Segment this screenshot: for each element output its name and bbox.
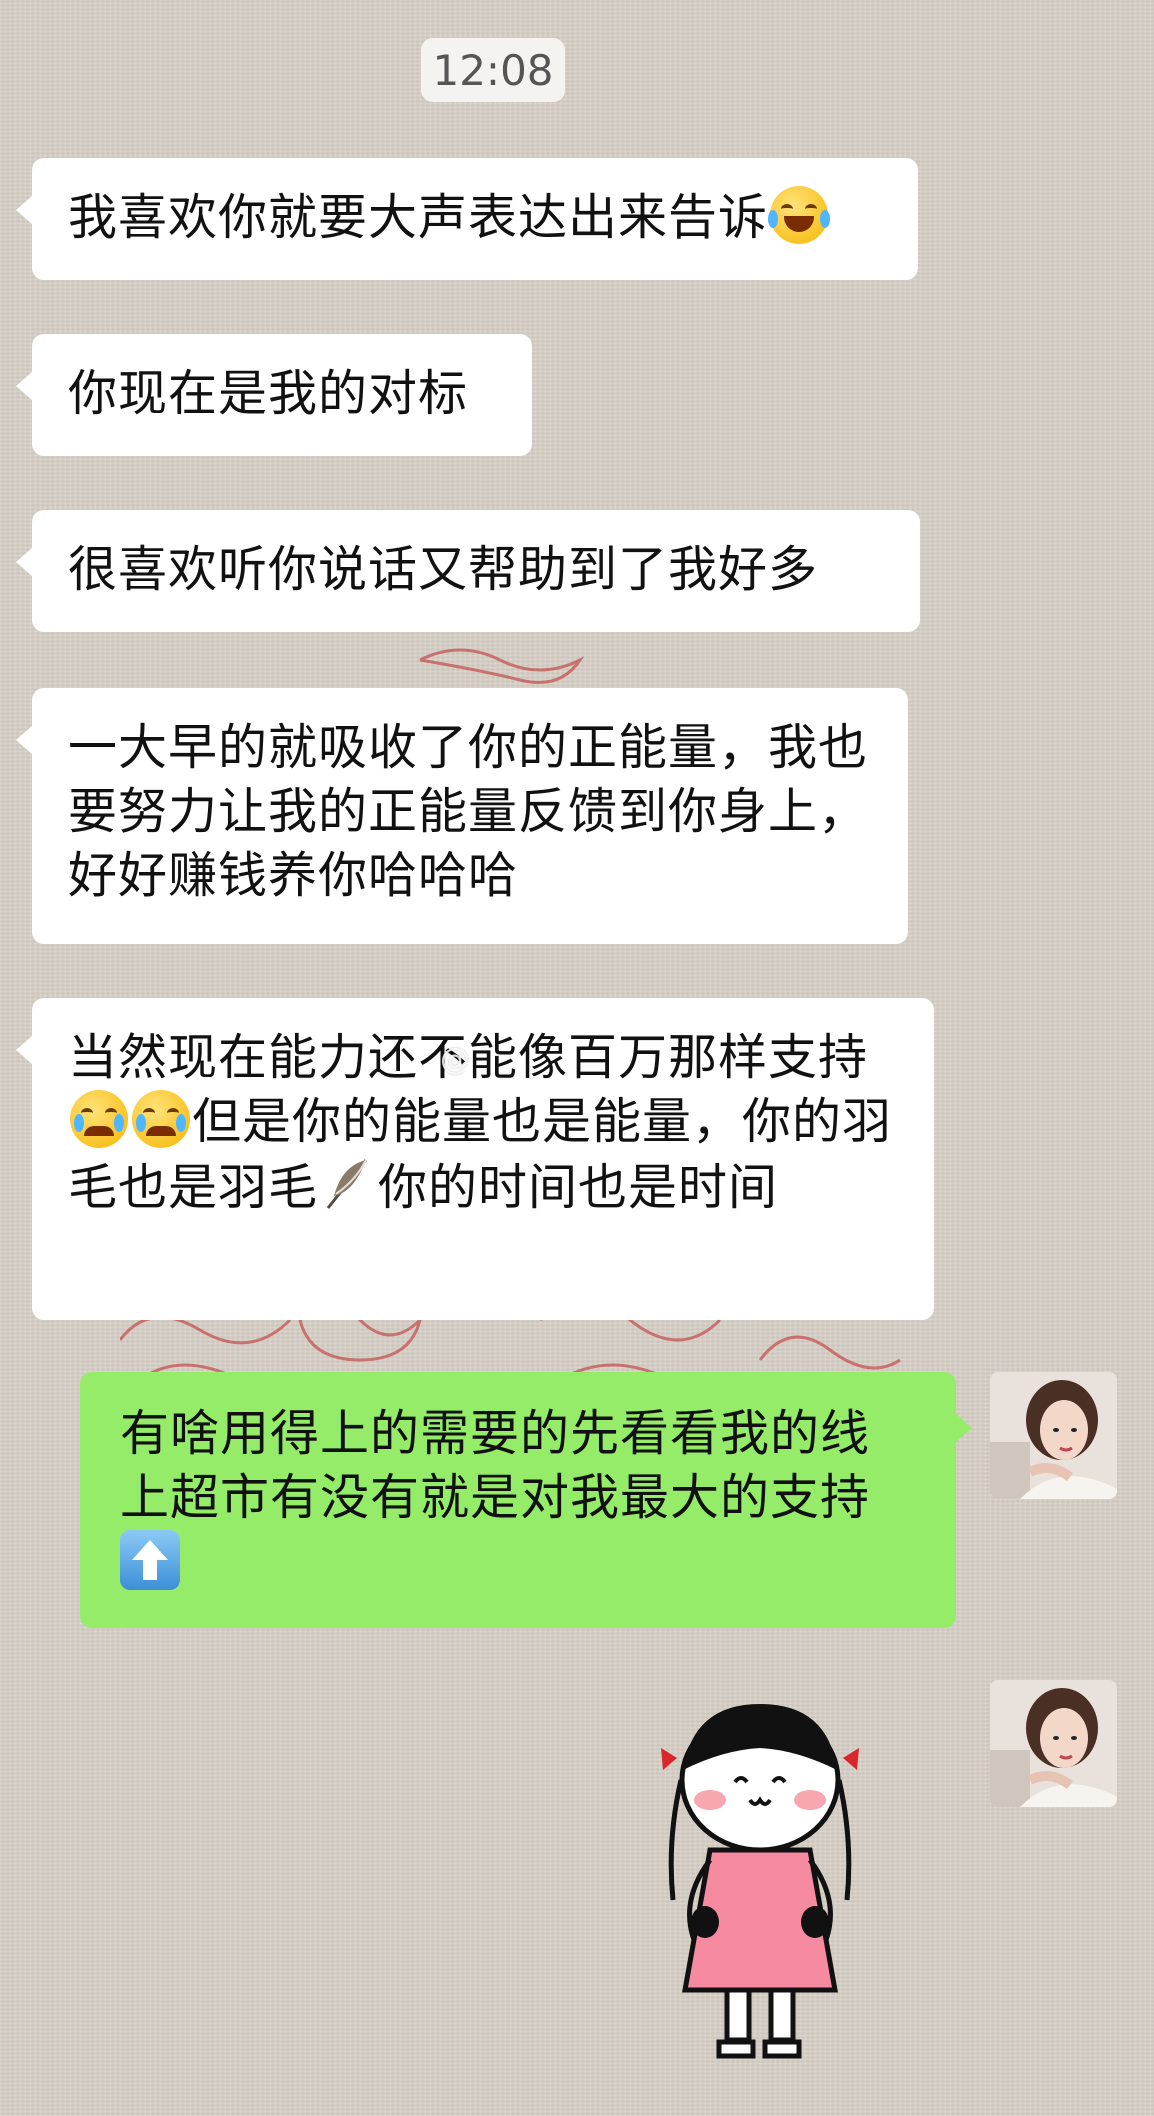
message-text: 你的时间也是时间 — [378, 1159, 779, 1216]
outgoing-message[interactable]: 有啥用得上的需要的先看看我的线上超市有没有就是对我最大的支持 — [80, 1372, 972, 1628]
crying-emoji-icon — [132, 1090, 190, 1148]
girl-sticker[interactable] — [655, 1690, 865, 2070]
message-text: 我喜欢你就要大声表达出来告诉 — [68, 189, 769, 246]
message-text: 你现在是我的对标 — [68, 365, 469, 422]
crying-emoji-icon — [70, 1090, 128, 1148]
feather-emoji-icon — [326, 1159, 368, 1209]
weibo-watermark: @ — [440, 1042, 470, 1077]
incoming-message[interactable]: 我喜欢你就要大声表达出来告诉 — [16, 158, 918, 280]
message-text: 很喜欢听你说话又帮助到了我好多 — [68, 541, 819, 598]
incoming-message[interactable]: 你现在是我的对标 — [16, 334, 532, 456]
timestamp-pill: 12:08 — [421, 38, 565, 102]
incoming-message[interactable]: 一大早的就吸收了你的正能量，我也要努力让我的正能量反馈到你身上，好好赚钱养你哈哈… — [16, 688, 908, 944]
laughing-tears-emoji-icon — [768, 186, 831, 244]
message-text: 有啥用得上的需要的先看看我的线上超市有没有就是对我最大的支持 — [120, 1405, 871, 1526]
up-arrow-emoji-icon — [120, 1530, 180, 1590]
avatar[interactable] — [990, 1680, 1117, 1807]
avatar[interactable] — [990, 1372, 1117, 1499]
incoming-message[interactable]: 当然现在能力还不能像百万那样支持 但是你的能量也是能量，你的羽毛也是羽毛 你的时间也… — [16, 998, 934, 1320]
incoming-message[interactable]: 很喜欢听你说话又帮助到了我好多 — [16, 510, 920, 632]
message-text: 一大早的就吸收了你的正能量，我也要努力让我的正能量反馈到你身上，好好赚钱养你哈哈… — [68, 719, 869, 904]
